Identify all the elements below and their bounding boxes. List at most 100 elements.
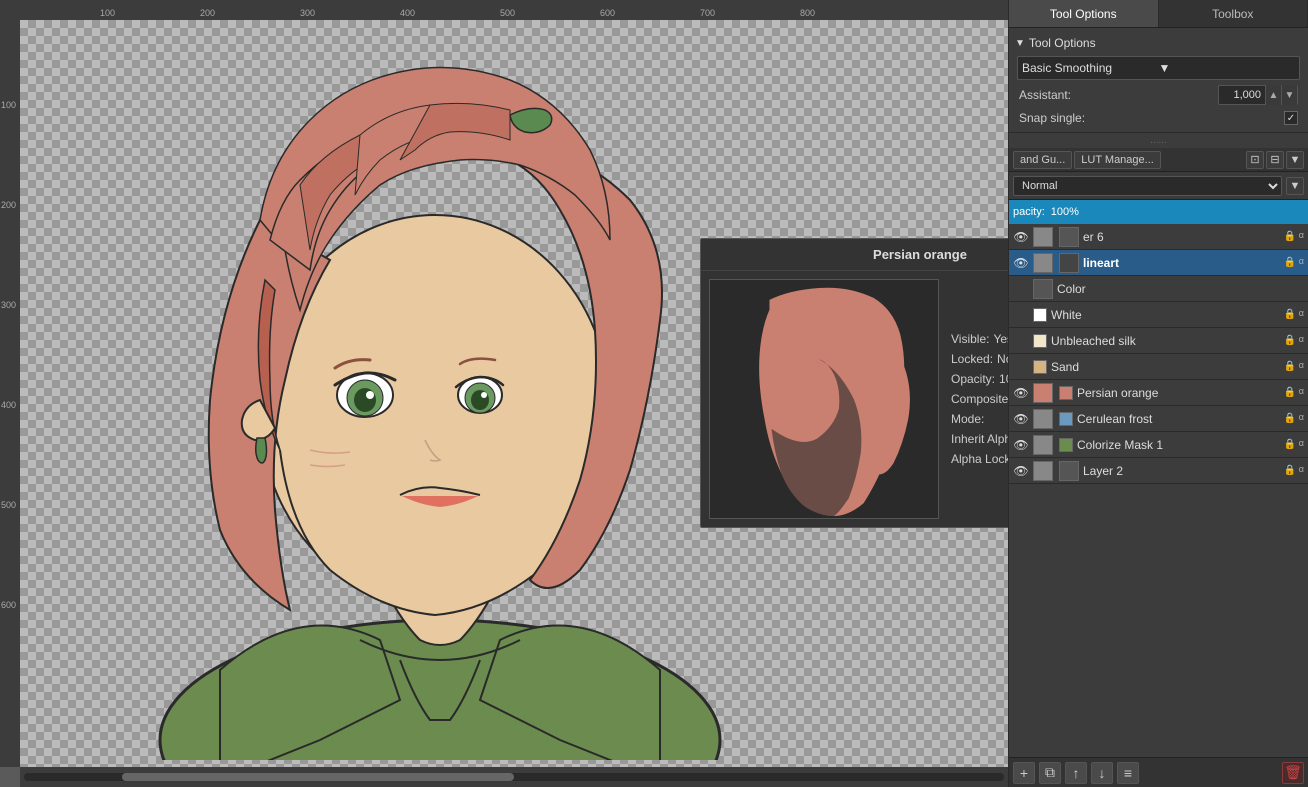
assistant-step-up[interactable]: ▲ [1265,85,1281,105]
separator: ...... [1009,133,1308,148]
snap-single-label: Snap single: [1019,111,1278,125]
and-gu-button[interactable]: and Gu... [1013,151,1072,169]
canvas-viewport[interactable]: Persian orange [20,20,1008,767]
duplicate-layer-btn[interactable]: ⧉ [1039,762,1061,784]
layer-item-unbleached-silk[interactable]: · Unbleached silk 🔒 α [1009,328,1308,354]
layer-alpha-lineart: α [1299,256,1304,270]
tooltip-alpha-locked-label: Alpha Locked: [951,452,1008,466]
layer-swatch-unbleached-silk [1033,334,1047,348]
blend-mode-select[interactable]: Normal [1013,176,1282,196]
layer-actions-6: 🔒 α [1283,230,1304,244]
delete-layer-btn[interactable]: 🗑 [1282,762,1304,784]
move-layer-up-btn[interactable]: ↑ [1065,762,1087,784]
layer-item-sand[interactable]: · Sand 🔒 α [1009,354,1308,380]
layer-lock-colorize-mask[interactable]: 🔒 [1283,438,1297,452]
assistant-step-down[interactable]: ▼ [1281,85,1297,105]
layer-eye-white[interactable]: · [1013,307,1029,323]
layer-name-layer2: Layer 2 [1083,464,1279,478]
layer-actions-colorize-mask: 🔒 α [1283,438,1304,452]
layer-list: 👁 er 6 🔒 α 👁 lineart 🔒 [1009,224,1308,757]
layer-eye-colorize-mask[interactable]: 👁 [1013,437,1029,453]
tooltip-inherit-alpha-row: Inherit Alpha: No [951,432,1008,446]
layer-item-6[interactable]: 👁 er 6 🔒 α [1009,224,1308,250]
layer-item-colorize-mask[interactable]: 👁 Colorize Mask 1 🔒 α [1009,432,1308,458]
lut-manage-button[interactable]: LUT Manage... [1074,151,1161,169]
filter-icon[interactable]: ▼ [1286,177,1304,195]
tooltip-title: Persian orange [701,239,1008,271]
layer-thumb-6 [1033,227,1053,247]
layer-name-lineart: lineart [1083,256,1279,270]
layer-lock-layer2[interactable]: 🔒 [1283,464,1297,478]
layers-section: Normal ▼ pacity: 100% 👁 er 6 🔒 [1009,172,1308,787]
layer-item-lineart[interactable]: 👁 lineart 🔒 α [1009,250,1308,276]
layer-eye-layer2[interactable]: 👁 [1013,463,1029,479]
layer-eye-persian-orange[interactable]: 👁 [1013,385,1029,401]
layers-bottom-bar: + ⧉ ↑ ↓ ≡ 🗑 [1009,757,1308,787]
layer-properties-btn[interactable]: ≡ [1117,762,1139,784]
layer-eye-unbleached-silk[interactable]: · [1013,333,1029,349]
tooltip-composite-row: Composite Normal [951,392,1008,406]
layer-eye-6[interactable]: 👁 [1013,229,1029,245]
tooltip-visible-label: Visible: [951,332,989,346]
layer-thumb-layer2b [1059,461,1079,481]
layer-lock-unbleached-silk[interactable]: 🔒 [1283,334,1297,348]
layer-thumb-layer2 [1033,461,1053,481]
panel-filter-icon[interactable]: ▼ [1286,151,1304,169]
layer-lock-6[interactable]: 🔒 [1283,230,1297,244]
tab-toolbox[interactable]: Toolbox [1159,0,1308,27]
layer-lock-white[interactable]: 🔒 [1283,308,1297,322]
layer-item-white[interactable]: · White 🔒 α [1009,302,1308,328]
tooltip-visible-value: Yes [993,332,1008,346]
ruler-mark-400: 400 [400,8,415,18]
tooltip-opacity-label: Opacity: [951,372,995,386]
layer-eye-sand[interactable]: · [1013,359,1029,375]
layer-alpha-unbleached-silk: α [1299,334,1304,348]
layer-lock-persian-orange[interactable]: 🔒 [1283,386,1297,400]
layer-item-persian-orange[interactable]: 👁 Persian orange 🔒 α [1009,380,1308,406]
layer-eye-cerulean-frost[interactable]: 👁 [1013,411,1029,427]
layer-thumb-6b [1059,227,1079,247]
layer-actions-lineart: 🔒 α [1283,256,1304,270]
layer-item-cerulean-frost[interactable]: 👁 Cerulean frost 🔒 α [1009,406,1308,432]
scrollbar-track-h[interactable] [24,773,1004,781]
layer-swatch-white [1033,308,1047,322]
ruler-left-300: 300 [1,300,16,310]
scrollbar-thumb-h[interactable] [122,773,514,781]
scrollbar-bottom[interactable] [20,767,1008,787]
snap-single-row[interactable]: Snap single: ✓ [1013,108,1304,128]
layer-thumb-color [1033,279,1053,299]
ruler-top: 100 200 300 400 500 600 700 800 [20,0,1008,20]
panel-dock-icon[interactable]: ⊡ [1246,151,1264,169]
tool-options-title: Tool Options [1029,36,1096,50]
layer-eye-color[interactable]: · [1013,281,1029,297]
assistant-stepper[interactable]: 1,000 ▲ ▼ [1218,85,1298,105]
ruler-mark-500: 500 [500,8,515,18]
layer-alpha-persian-orange: α [1299,386,1304,400]
tooltip-visible-row: Visible: Yes [951,332,1008,346]
add-layer-btn[interactable]: + [1013,762,1035,784]
panel-undock-icon[interactable]: ⊟ [1266,151,1284,169]
assistant-label: Assistant: [1019,88,1210,102]
layer-item-layer2[interactable]: 👁 Layer 2 🔒 α [1009,458,1308,484]
move-layer-down-btn[interactable]: ↓ [1091,762,1113,784]
layer-name-unbleached-silk: Unbleached silk [1051,334,1279,348]
tooltip-thumbnail [709,279,939,519]
layer-lock-cerulean-frost[interactable]: 🔒 [1283,412,1297,426]
layer-actions-unbleached-silk: 🔒 α [1283,334,1304,348]
ruler-left-200: 200 [1,200,16,210]
tooltip-locked-row: Locked: No [951,352,1008,366]
tab-tool-options[interactable]: Tool Options [1009,0,1159,27]
layer-eye-lineart[interactable]: 👁 [1013,255,1029,271]
snap-single-checkbox[interactable]: ✓ [1284,111,1298,125]
layer-thumb-lineart-b [1059,253,1079,273]
panel-top-tabs: Tool Options Toolbox [1009,0,1308,28]
ruler-mark-700: 700 [700,8,715,18]
smoothing-dropdown[interactable]: Basic Smoothing ▼ [1017,56,1300,80]
layer-item-color[interactable]: · Color [1009,276,1308,302]
layer-lock-sand[interactable]: 🔒 [1283,360,1297,374]
layer-actions-persian-orange: 🔒 α [1283,386,1304,400]
layer-alpha-white: α [1299,308,1304,322]
layer-swatch-sand [1033,360,1047,374]
panel-sub-toolbar: and Gu... LUT Manage... ⊡ ⊟ ▼ [1009,148,1308,172]
layer-lock-lineart[interactable]: 🔒 [1283,256,1297,270]
